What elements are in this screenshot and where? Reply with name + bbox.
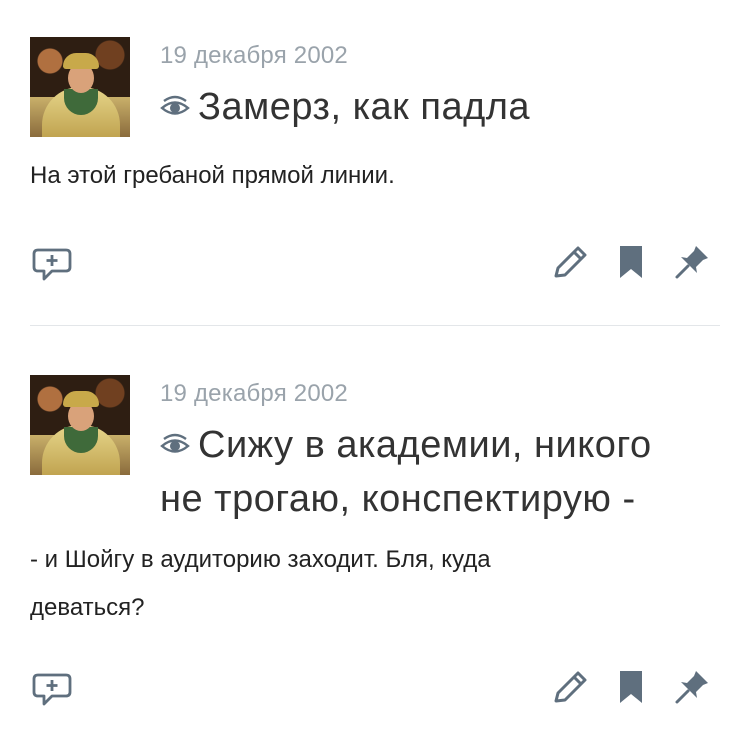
post-title-text: Замерз, как падла: [198, 86, 531, 128]
comment-add-icon[interactable]: [30, 240, 74, 284]
avatar[interactable]: [30, 375, 130, 475]
post-title-line1: Сижу в академии, никого: [198, 424, 652, 466]
eye-icon: [160, 95, 190, 115]
divider: [30, 325, 720, 326]
bookmark-icon[interactable]: [610, 240, 654, 284]
post-actions: [0, 665, 750, 715]
post-body: - и Шойгу в аудиторию заходит. Бля, куда…: [30, 536, 491, 632]
post-date: 19 декабря 2002: [160, 42, 348, 69]
post-date: 19 декабря 2002: [160, 380, 348, 407]
pin-icon[interactable]: [670, 240, 714, 284]
avatar[interactable]: [30, 37, 130, 137]
pencil-icon[interactable]: [548, 665, 592, 709]
pencil-icon[interactable]: [548, 240, 592, 284]
post-title[interactable]: Сижу в академии, никого не трогаю, консп…: [160, 418, 652, 526]
post-body-line2: деваться?: [30, 594, 145, 621]
post-title[interactable]: Замерз, как падла: [160, 80, 530, 134]
pin-icon[interactable]: [670, 665, 714, 709]
post-actions: [0, 240, 750, 290]
bookmark-icon[interactable]: [610, 665, 654, 709]
eye-icon: [160, 433, 190, 453]
post-title-line2: не трогаю, конспектирую -: [160, 478, 636, 520]
post-body-line1: - и Шойгу в аудиторию заходит. Бля, куда: [30, 546, 491, 573]
post-body: На этой гребаной прямой линии.: [30, 162, 395, 189]
comment-add-icon[interactable]: [30, 665, 74, 709]
